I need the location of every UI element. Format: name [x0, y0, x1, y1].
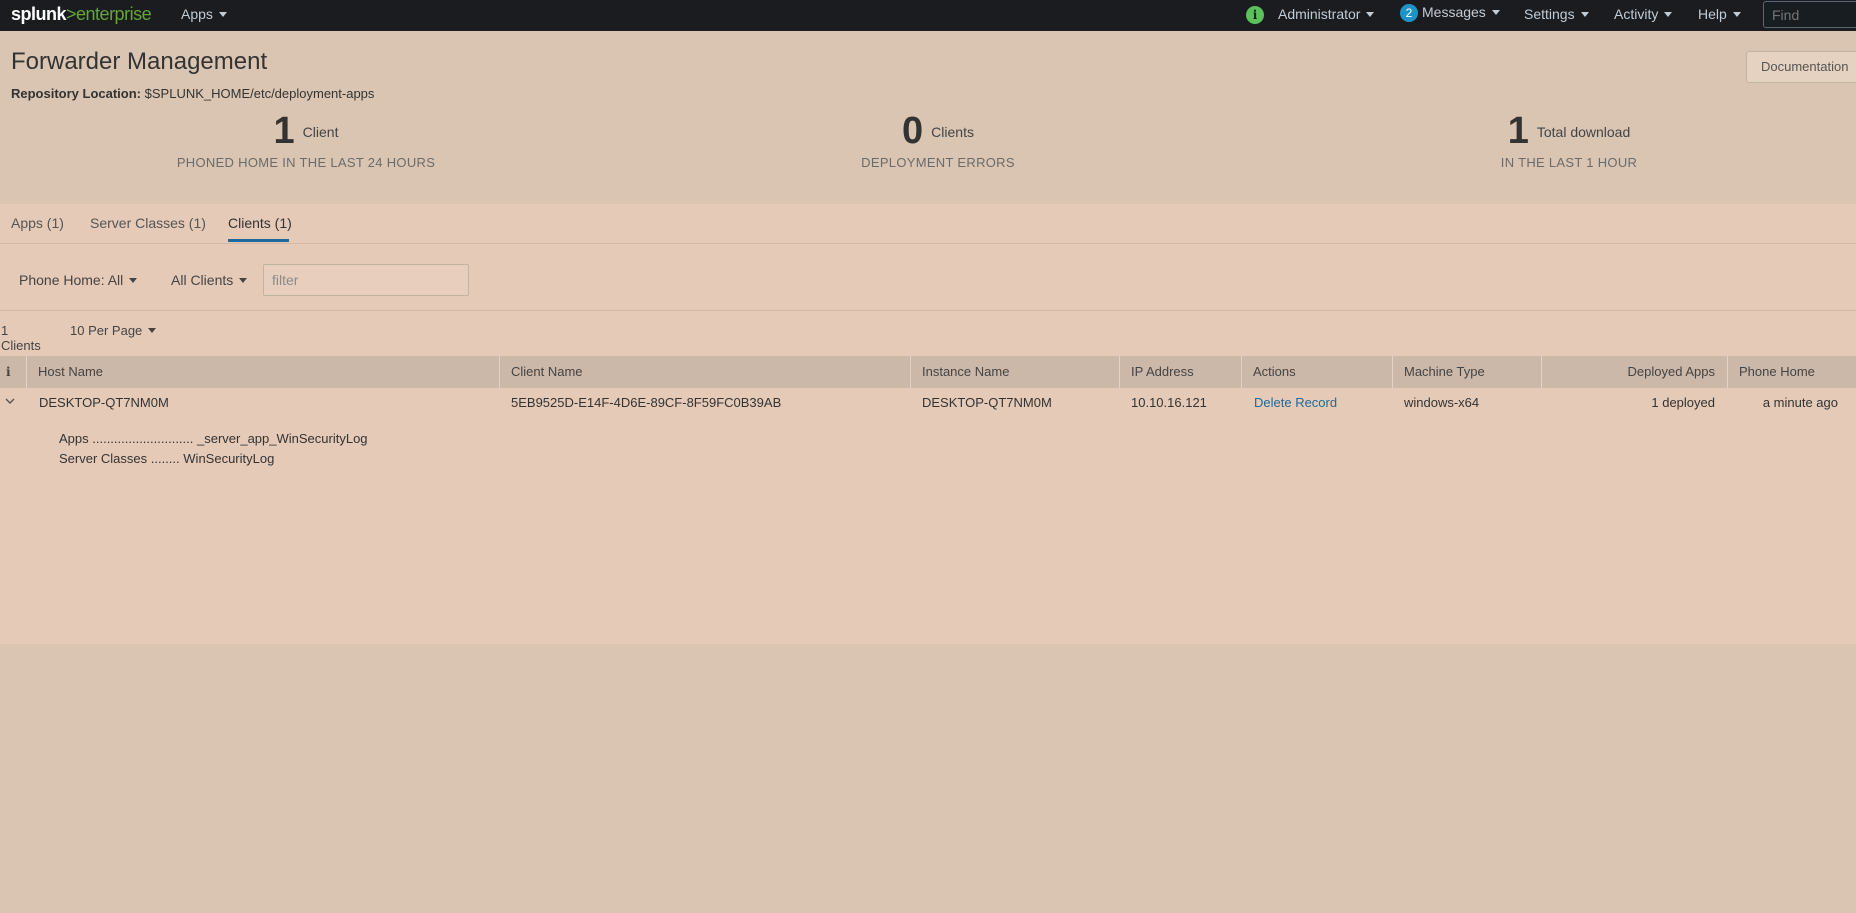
detail-apps-label: Apps ............................	[59, 431, 194, 446]
cell-deployed-apps: 1 deployed	[1651, 395, 1715, 410]
documentation-button[interactable]: Documentation	[1746, 51, 1856, 83]
chevron-down-icon	[1366, 12, 1375, 17]
cell-client-name: 5EB9525D-E14F-4D6E-89CF-8F59FC0B39AB	[511, 395, 782, 410]
stat-phoned-home-line: 1 Client	[160, 110, 452, 153]
client-count: 1 Clients	[1, 323, 41, 353]
active-tab-indicator	[228, 239, 289, 242]
apps-menu[interactable]: Apps	[181, 6, 227, 22]
cell-instance-name: DESKTOP-QT7NM0M	[922, 395, 1052, 410]
chevron-down-icon	[1732, 12, 1741, 17]
stat-total-download-line: 1 Total download	[1476, 110, 1662, 153]
find-search-input[interactable]	[1763, 1, 1856, 28]
tab-bar: Apps (1) Server Classes (1) Clients (1)	[0, 204, 1856, 244]
stat-caption: PHONED HOME IN THE LAST 24 HOURS	[176, 155, 436, 170]
repository-location: Repository Location: $SPLUNK_HOME/etc/de…	[11, 86, 374, 101]
help-label: Help	[1698, 6, 1727, 22]
settings-label: Settings	[1524, 6, 1575, 22]
logo-splunk-text: splunk	[11, 4, 67, 24]
detail-apps-value: _server_app_WinSecurityLog	[197, 431, 368, 446]
cell-host-name: DESKTOP-QT7NM0M	[39, 395, 169, 410]
tab-server-classes[interactable]: Server Classes (1)	[90, 215, 206, 231]
column-deployed-apps[interactable]: Deployed Apps	[1541, 356, 1727, 388]
column-actions: Actions	[1241, 356, 1392, 388]
per-page-label: 10 Per Page	[70, 323, 143, 338]
top-nav-bar: splunk>enterprise Apps i Administrator 2…	[0, 0, 1856, 31]
activity-menu[interactable]: Activity	[1614, 6, 1673, 22]
logo-enterprise-text: enterprise	[76, 4, 152, 24]
chevron-down-icon	[1580, 12, 1589, 17]
cell-ip-address: 10.10.16.121	[1131, 395, 1207, 410]
messages-label: Messages	[1422, 4, 1486, 20]
chevron-down-icon	[5, 398, 15, 404]
tab-apps[interactable]: Apps (1)	[11, 215, 64, 231]
splunk-logo[interactable]: splunk>enterprise	[11, 4, 152, 25]
stat-value: 1	[1507, 110, 1529, 152]
detail-apps: Apps ............................ _serve…	[59, 431, 368, 446]
activity-label: Activity	[1614, 6, 1659, 22]
logo-chevron: >	[66, 4, 77, 24]
help-menu[interactable]: Help	[1698, 6, 1741, 22]
tab-clients[interactable]: Clients (1)	[228, 215, 292, 231]
stat-deployment-errors: 0 Clients DEPLOYMENT ERRORS	[822, 110, 1054, 170]
chevron-down-icon	[239, 278, 248, 283]
repository-location-path: $SPLUNK_HOME/etc/deployment-apps	[144, 86, 375, 101]
column-client-name[interactable]: Client Name	[499, 356, 910, 388]
column-machine-type[interactable]: Machine Type	[1392, 356, 1541, 388]
column-phone-home[interactable]: Phone Home	[1727, 356, 1856, 388]
messages-menu[interactable]: 2 Messages	[1400, 4, 1500, 22]
client-type-dropdown[interactable]: All Clients	[171, 272, 248, 288]
filter-input[interactable]	[263, 264, 469, 296]
stat-value: 1	[273, 110, 295, 152]
stat-caption: DEPLOYMENT ERRORS	[861, 155, 1015, 170]
stat-caption: IN THE LAST 1 HOUR	[1500, 155, 1638, 170]
stat-total-download: 1 Total download IN THE LAST 1 HOUR	[1476, 110, 1662, 170]
stat-unit: Client	[302, 123, 339, 140]
column-ip-address[interactable]: IP Address	[1119, 356, 1241, 388]
row-expand-toggle[interactable]	[4, 395, 16, 410]
cell-phone-home: a minute ago	[1762, 395, 1838, 410]
column-host-name[interactable]: Host Name	[26, 356, 499, 388]
client-type-dropdown-label: All Clients	[171, 272, 234, 288]
detail-server-classes-label: Server Classes ........	[59, 451, 180, 466]
page-title: Forwarder Management	[11, 48, 268, 75]
stat-unit: Clients	[931, 123, 974, 140]
messages-count-badge: 2	[1400, 4, 1418, 22]
chevron-down-icon	[129, 278, 138, 283]
chevron-down-icon	[148, 328, 157, 333]
chevron-down-icon	[218, 12, 227, 17]
administrator-menu[interactable]: Administrator	[1278, 6, 1375, 22]
repository-location-label: Repository Location:	[11, 86, 142, 101]
administrator-label: Administrator	[1278, 6, 1361, 22]
stat-phoned-home: 1 Client PHONED HOME IN THE LAST 24 HOURS	[160, 110, 452, 170]
column-instance-name[interactable]: Instance Name	[910, 356, 1119, 388]
cell-machine-type: windows-x64	[1404, 395, 1480, 410]
chevron-down-icon	[1664, 12, 1673, 17]
detail-server-classes-value: WinSecurityLog	[183, 451, 275, 466]
settings-menu[interactable]: Settings	[1524, 6, 1589, 22]
info-icon[interactable]: i	[1246, 6, 1264, 24]
phone-home-dropdown-label: Phone Home: All	[19, 272, 124, 288]
phone-home-dropdown[interactable]: Phone Home: All	[19, 272, 138, 288]
chevron-down-icon	[1491, 10, 1500, 15]
apps-menu-label: Apps	[181, 6, 213, 22]
info-column-icon: i	[6, 365, 11, 379]
per-page-dropdown[interactable]: 10 Per Page	[70, 323, 157, 338]
stat-value: 0	[902, 110, 924, 152]
clients-table-header: i Host Name Client Name Instance Name IP…	[0, 356, 1856, 388]
stat-deployment-errors-line: 0 Clients	[822, 110, 1054, 153]
detail-server-classes: Server Classes ........ WinSecurityLog	[59, 451, 274, 466]
delete-record-link[interactable]: Delete Record	[1254, 395, 1337, 410]
stat-unit: Total download	[1536, 123, 1631, 140]
